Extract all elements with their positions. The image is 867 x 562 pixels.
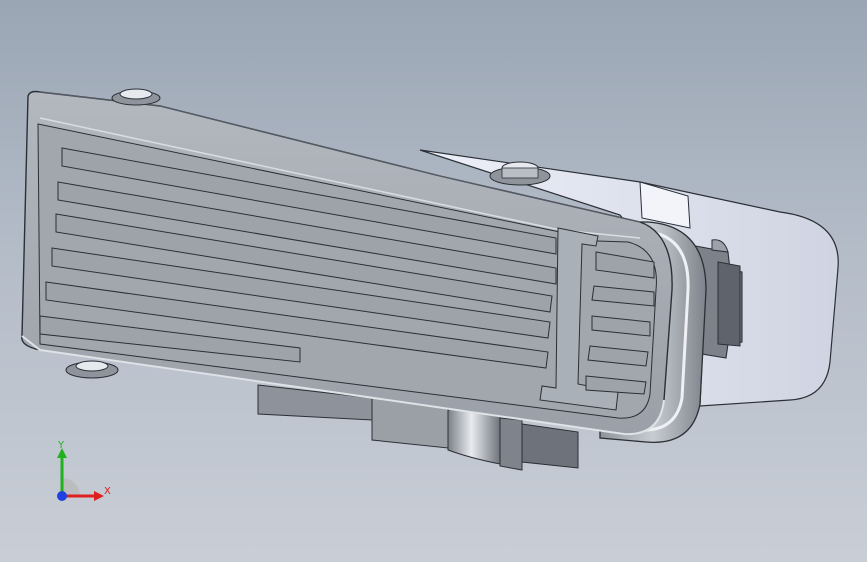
graphics-viewport[interactable]: Y X — [0, 0, 867, 562]
x-axis-arrow — [94, 491, 104, 501]
coordinate-triad: Y X — [57, 440, 111, 501]
bolt-top-left — [111, 88, 161, 106]
z-axis-dot — [57, 491, 67, 501]
bolt-bottom-left — [65, 360, 119, 379]
y-axis-label: Y — [57, 440, 65, 451]
3d-model-view[interactable] — [0, 0, 867, 562]
x-axis-label: X — [104, 486, 111, 497]
